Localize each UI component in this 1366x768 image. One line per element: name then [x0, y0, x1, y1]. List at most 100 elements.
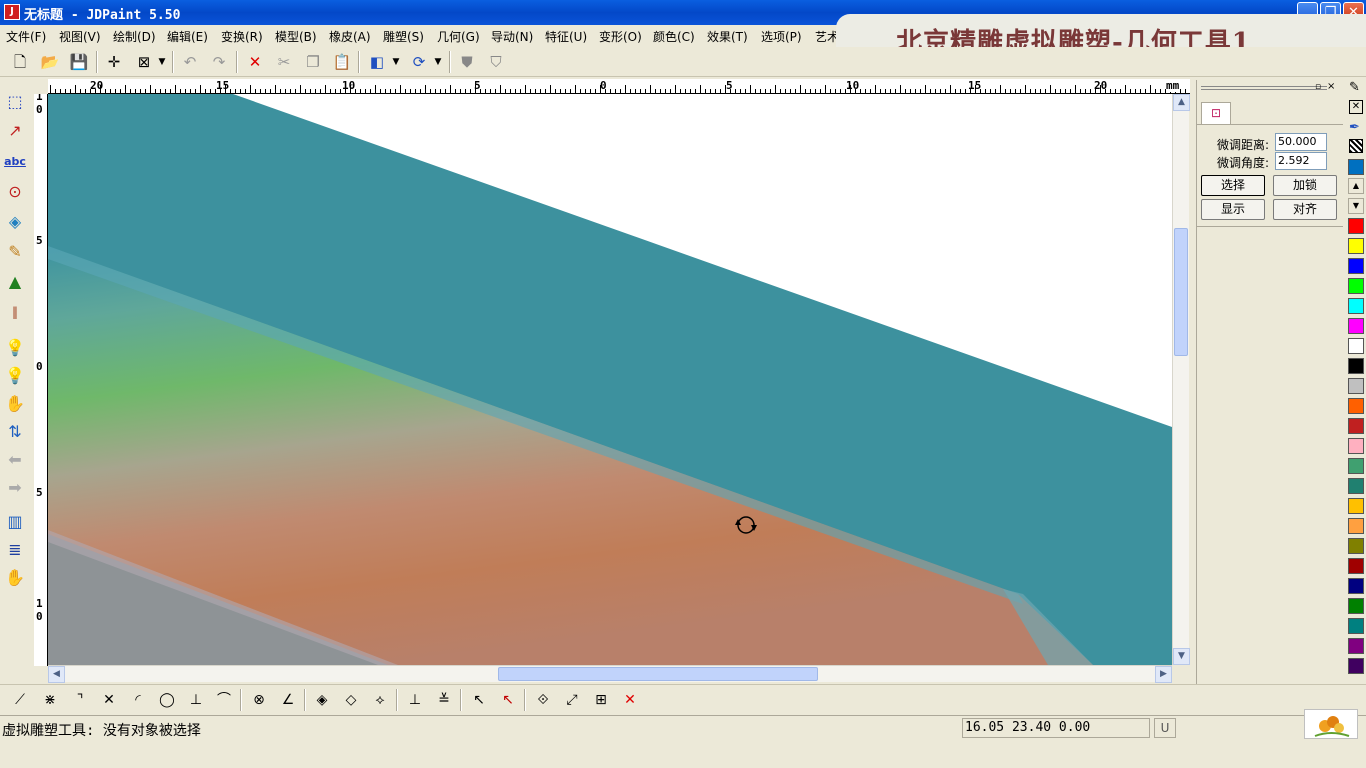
dropdown-arrow-icon[interactable]: ▼	[156, 50, 168, 74]
node-point-icon[interactable]: ⊗	[247, 688, 271, 712]
scroll-up-icon[interactable]: ▲	[1173, 94, 1190, 111]
undo-icon[interactable]: ↶	[178, 50, 202, 74]
snap-line-icon[interactable]: ⤢	[560, 688, 584, 712]
pointer-delete-icon[interactable]: ↖	[496, 688, 520, 712]
no-color-icon[interactable]: ✕	[1349, 100, 1363, 114]
draw-line-icon[interactable]: ↗	[3, 119, 27, 143]
color-swatch[interactable]	[1348, 478, 1364, 494]
scroll-left-icon[interactable]: ◀	[48, 666, 65, 683]
perpendicular-icon[interactable]: ⊥	[184, 688, 208, 712]
delete-icon[interactable]: ✕	[243, 50, 267, 74]
color-swatch[interactable]	[1348, 498, 1364, 514]
brush-icon[interactable]: ✎	[3, 240, 27, 264]
pen-icon[interactable]: ✎	[1349, 80, 1360, 95]
menu-file[interactable]: 文件(F)	[6, 28, 46, 45]
arrow-right-icon[interactable]: ➡	[3, 476, 27, 500]
menu-deform[interactable]: 变形(O)	[599, 28, 642, 45]
select-node-icon[interactable]: ⬚	[3, 90, 27, 114]
scroll-down-icon[interactable]: ▼	[1173, 648, 1190, 665]
light-green-icon[interactable]: 💡	[3, 364, 27, 388]
palette-up-icon[interactable]: ▲	[1348, 178, 1364, 194]
line-tool-icon[interactable]: ⟋	[8, 688, 32, 712]
panel-tab-icon[interactable]: ⊡	[1201, 102, 1231, 124]
circle-tool-icon[interactable]: ◯	[155, 688, 179, 712]
save-icon[interactable]: 💾	[67, 50, 91, 74]
color-swatch[interactable]	[1348, 658, 1364, 674]
arrow-left-icon[interactable]: ⬅	[3, 448, 27, 472]
menu-view[interactable]: 视图(V)	[59, 28, 101, 45]
grab-icon[interactable]: ✋	[3, 392, 27, 416]
light-blue-icon[interactable]: 💡	[3, 336, 27, 360]
color-swatch[interactable]	[1348, 518, 1364, 534]
color-swatch[interactable]	[1348, 398, 1364, 414]
tangent-icon[interactable]: ⌒	[212, 688, 236, 712]
new-file-icon[interactable]: 🗋	[8, 50, 32, 74]
paste-icon[interactable]: 📋	[330, 50, 354, 74]
color-swatch[interactable]	[1348, 318, 1364, 334]
dropdown-arrow-icon[interactable]: ▼	[432, 50, 444, 74]
grid-lines-icon[interactable]: ≣	[3, 538, 27, 562]
mode-indicator[interactable]: U	[1154, 718, 1176, 738]
color-swatch[interactable]	[1348, 558, 1364, 574]
scroll-right-icon[interactable]: ▶	[1155, 666, 1172, 683]
color-swatch[interactable]	[1348, 358, 1364, 374]
arc-tool-icon[interactable]: ◜	[126, 688, 150, 712]
swap-icon[interactable]: ⇅	[3, 420, 27, 444]
menu-eraser[interactable]: 橡皮(A)	[329, 28, 371, 45]
crosshair-icon[interactable]: ✛	[102, 50, 126, 74]
vertical-scrollbar[interactable]: ▲ ▼	[1172, 94, 1190, 665]
pattern-icon[interactable]	[1349, 139, 1363, 153]
color-swatch[interactable]	[1348, 298, 1364, 314]
show-button[interactable]: 显示	[1201, 199, 1265, 220]
menu-geometry[interactable]: 几何(G)	[437, 28, 480, 45]
menu-model[interactable]: 模型(B)	[275, 28, 317, 45]
menu-feature[interactable]: 特征(U)	[545, 28, 587, 45]
menu-draw[interactable]: 绘制(D)	[113, 28, 156, 45]
baseline-icon[interactable]: ⊥	[403, 688, 427, 712]
dropdown-arrow-icon[interactable]: ▼	[390, 50, 402, 74]
hand-icon[interactable]: ✋	[3, 566, 27, 590]
cut-icon[interactable]: ✂	[272, 50, 296, 74]
color-swatch[interactable]	[1348, 618, 1364, 634]
eyedropper-icon[interactable]: ✒	[1349, 120, 1360, 135]
offset-icon[interactable]: ⊙	[3, 180, 27, 204]
panel-restore-icon[interactable]: ▫	[1315, 82, 1321, 92]
color-swatch[interactable]	[1348, 159, 1364, 175]
menu-color[interactable]: 颜色(C)	[653, 28, 695, 45]
copy-icon[interactable]: ❐	[301, 50, 325, 74]
shield-alt-icon[interactable]: ⛉	[484, 50, 508, 74]
diamond-point-icon[interactable]: ◈	[310, 688, 334, 712]
cross-tool-icon[interactable]: ✕	[97, 688, 121, 712]
drawing-canvas[interactable]	[48, 94, 1172, 665]
rotate-view-icon[interactable]: ⟳	[407, 50, 431, 74]
color-swatch[interactable]	[1348, 418, 1364, 434]
color-swatch[interactable]	[1348, 278, 1364, 294]
menu-edit[interactable]: 编辑(E)	[167, 28, 208, 45]
color-swatch[interactable]	[1348, 578, 1364, 594]
snap-box-icon[interactable]: ⊞	[589, 688, 613, 712]
color-swatch[interactable]	[1348, 258, 1364, 274]
pointer-cancel-icon[interactable]: ↖	[467, 688, 491, 712]
select-box-icon[interactable]: ⊠	[132, 50, 156, 74]
color-swatch[interactable]	[1348, 438, 1364, 454]
baseline-stack-icon[interactable]: ≚	[432, 688, 456, 712]
diamond-center-icon[interactable]: ◇	[339, 688, 363, 712]
app-icon[interactable]: J	[4, 4, 20, 20]
color-swatch[interactable]	[1348, 598, 1364, 614]
measure-icon[interactable]: ‖	[3, 300, 27, 324]
cancel-snap-icon[interactable]: ✕	[618, 688, 642, 712]
color-swatch[interactable]	[1348, 458, 1364, 474]
panel-close-icon[interactable]: ×	[1327, 81, 1335, 92]
horizontal-scrollbar[interactable]: ◀ ▶	[48, 665, 1172, 683]
cube-view-icon[interactable]: ◧	[365, 50, 389, 74]
shield-icon[interactable]: ⛊	[455, 50, 479, 74]
angle-point-icon[interactable]: ∠	[276, 688, 300, 712]
color-swatch[interactable]	[1348, 218, 1364, 234]
menu-transform[interactable]: 变换(R)	[221, 28, 263, 45]
color-swatch[interactable]	[1348, 378, 1364, 394]
fill-icon[interactable]: ◈	[3, 210, 27, 234]
menu-sculpt[interactable]: 雕塑(S)	[383, 28, 424, 45]
distance-field[interactable]: 50.000	[1275, 133, 1327, 151]
color-swatch[interactable]	[1348, 638, 1364, 654]
align-button[interactable]: 对齐	[1273, 199, 1337, 220]
